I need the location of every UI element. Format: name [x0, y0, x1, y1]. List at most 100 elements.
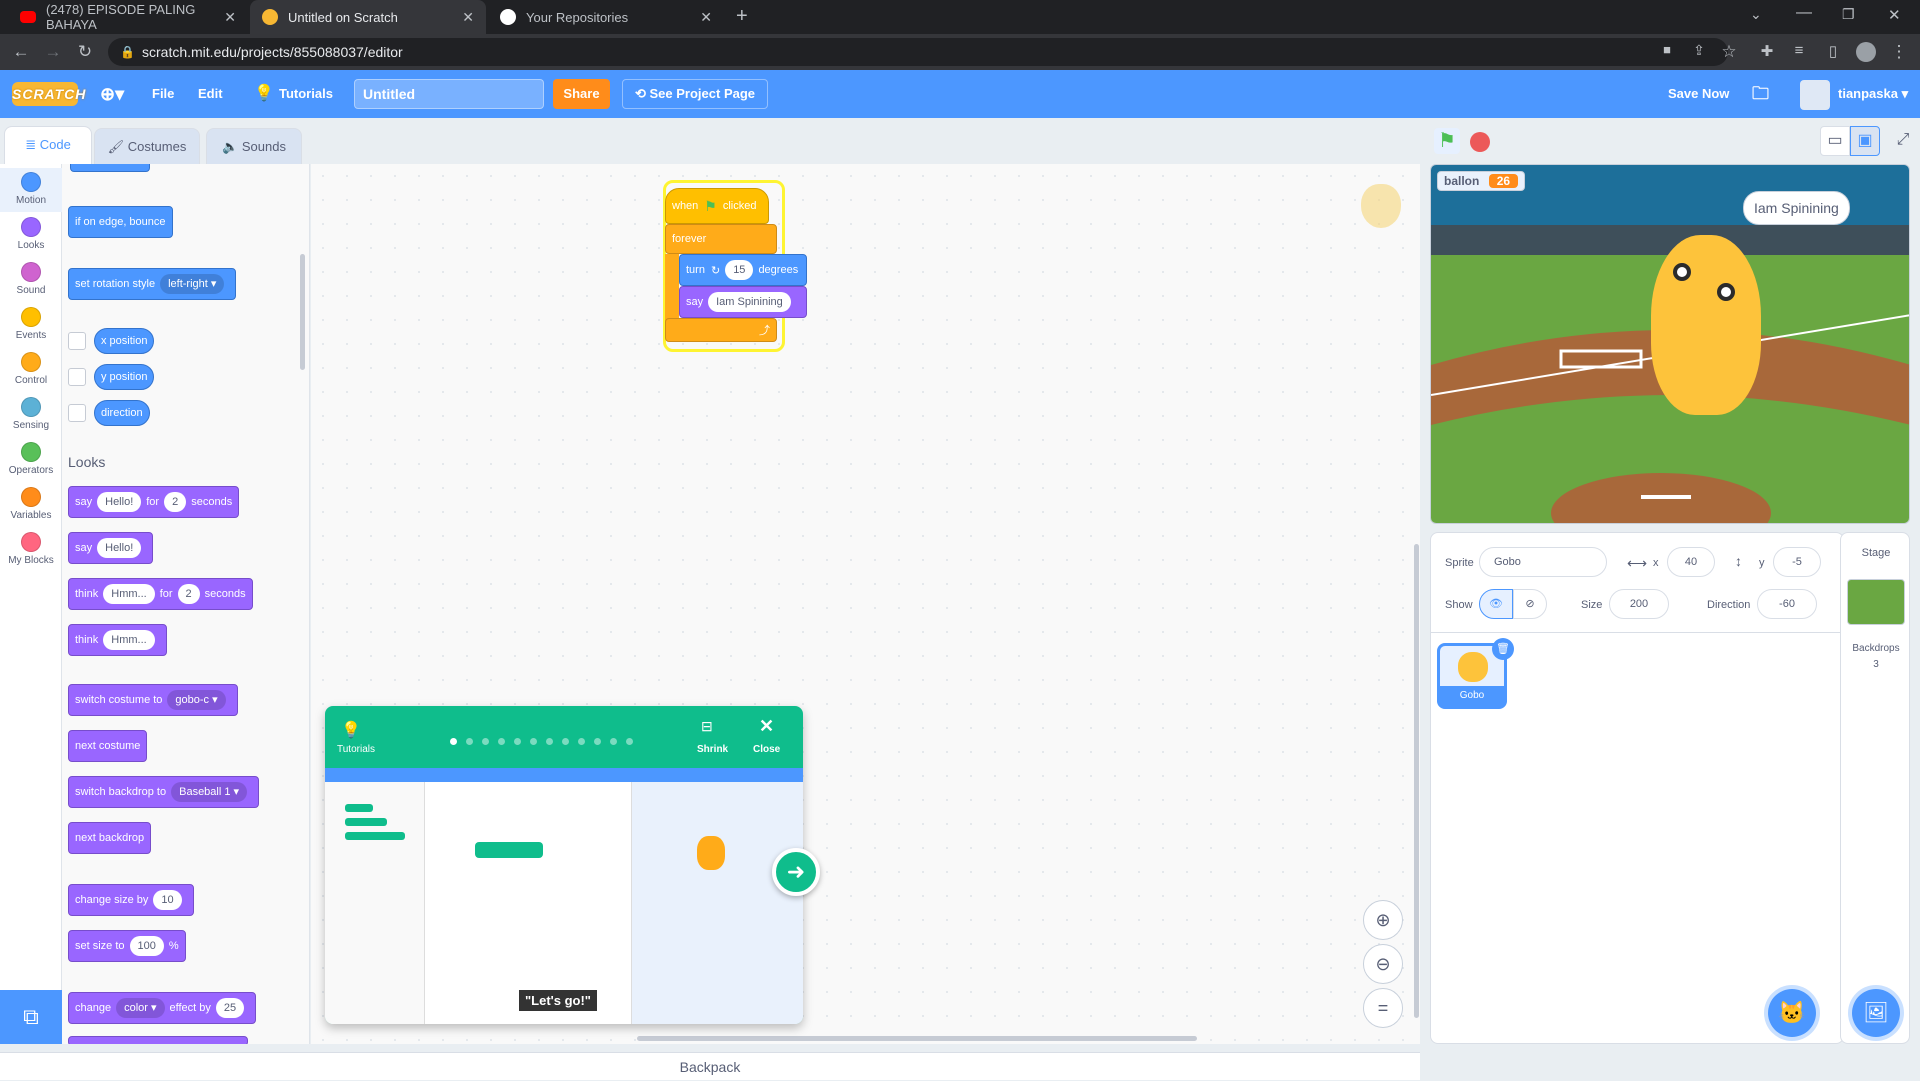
block-next-costume[interactable]: next costume — [68, 730, 148, 762]
browser-tab-youtube[interactable]: (2478) EPISODE PALING BAHAYA ✕ — [8, 0, 248, 34]
minimize-icon[interactable]: — — [1796, 4, 1812, 22]
reading-list-icon[interactable]: ≡ — [1788, 42, 1810, 59]
tutorial-video[interactable]: "Let's go!" — [325, 768, 803, 1024]
username-menu[interactable]: tianpaska ▾ — [1838, 70, 1908, 118]
camera-icon[interactable]: ■ — [1656, 42, 1678, 57]
category-sensing[interactable]: Sensing — [0, 393, 62, 437]
tutorial-step-dot[interactable] — [530, 738, 537, 745]
block-switch-costume[interactable]: switch costume to gobo-c ▾ — [68, 684, 238, 716]
category-control[interactable]: Control — [0, 348, 62, 392]
backdrop-thumbnail[interactable] — [1847, 579, 1905, 625]
tutorial-step-dot[interactable] — [482, 738, 489, 745]
shrink-icon[interactable]: ⊟ — [701, 718, 713, 735]
direction-checkbox[interactable] — [68, 404, 86, 422]
block-turn-degrees[interactable]: turn ↻ 15 degrees — [679, 254, 807, 286]
fullscreen-button[interactable]: ⤢ — [1888, 126, 1918, 156]
new-tab-button[interactable]: + — [736, 5, 748, 28]
url-field[interactable]: 🔒 scratch.mit.edu/projects/855088037/edi… — [108, 38, 1728, 66]
block-say[interactable]: say Hello! — [68, 532, 154, 564]
tutorial-step-dot[interactable] — [546, 738, 553, 745]
tutorial-step-dot[interactable] — [610, 738, 617, 745]
tutorial-step-dot[interactable] — [594, 738, 601, 745]
block-y-position[interactable]: y position — [94, 364, 155, 390]
block-if-on-edge-bounce[interactable]: if on edge, bounce — [68, 206, 173, 238]
block-say[interactable]: say Iam Spinining — [679, 286, 807, 318]
zoom-reset-button[interactable]: = — [1363, 988, 1403, 1028]
script-horizontal-scrollbar[interactable] — [637, 1036, 1197, 1041]
browser-tab-github[interactable]: Your Repositories ✕ — [488, 0, 724, 34]
browser-tab-scratch[interactable]: Untitled on Scratch ✕ — [250, 0, 486, 34]
seconds-input[interactable]: 2 — [177, 584, 200, 604]
close-tab-icon[interactable]: ✕ — [462, 9, 474, 26]
say-text-input[interactable]: Hello! — [97, 538, 142, 558]
green-flag-button[interactable]: ⚑ — [1434, 128, 1460, 154]
block-partial-looks[interactable] — [68, 1036, 248, 1044]
category-motion[interactable]: Motion — [0, 168, 62, 212]
gobo-sprite[interactable] — [1651, 235, 1761, 415]
stage-selector[interactable]: Stage Backdrops 3 🖼 — [1840, 532, 1910, 1044]
share-page-icon[interactable]: ⇪ — [1688, 42, 1710, 59]
category-operators[interactable]: Operators — [0, 438, 62, 482]
tutorial-step-dot[interactable] — [626, 738, 633, 745]
block-direction[interactable]: direction — [94, 400, 150, 426]
show-hidden-button[interactable]: ⊘ — [1513, 589, 1547, 619]
tab-costumes[interactable]: 🖌 Costumes — [94, 128, 200, 164]
project-title-input[interactable]: Untitled — [354, 79, 544, 109]
costume-dropdown[interactable]: gobo-c ▾ — [167, 690, 226, 710]
chrome-menu-icon[interactable]: ⋮ — [1888, 42, 1910, 62]
tutorial-step-dot[interactable] — [514, 738, 521, 745]
tab-code[interactable]: ≣ Code — [4, 126, 92, 164]
small-stage-button[interactable]: ▭ — [1820, 126, 1850, 156]
block-x-position[interactable]: x position — [94, 328, 155, 354]
share-button[interactable]: Share — [553, 79, 610, 109]
large-stage-button[interactable]: ▣ — [1850, 126, 1880, 156]
tutorial-next-button[interactable]: ➜ — [772, 848, 820, 896]
block-think-for-seconds[interactable]: think Hmm... for 2 seconds — [68, 578, 253, 610]
category-variables[interactable]: Variables — [0, 483, 62, 527]
seconds-input[interactable]: 2 — [164, 492, 187, 512]
window-close-icon[interactable]: ✕ — [1888, 6, 1901, 24]
degrees-input[interactable]: 15 — [725, 260, 754, 280]
close-tutorial-button[interactable]: Close — [753, 744, 780, 755]
think-text-input[interactable]: Hmm... — [103, 584, 155, 604]
close-tab-icon[interactable]: ✕ — [700, 9, 712, 26]
language-globe-icon[interactable]: ⊕▾ — [100, 70, 124, 118]
side-panel-icon[interactable]: ▯ — [1822, 42, 1844, 60]
block-say-for-seconds[interactable]: say Hello! for 2 seconds — [68, 486, 240, 518]
y-input[interactable]: -5 — [1773, 547, 1821, 577]
say-text-input[interactable]: Hello! — [97, 492, 142, 512]
script-vertical-scrollbar[interactable] — [1414, 544, 1419, 1018]
category-looks[interactable]: Looks — [0, 213, 62, 257]
tab-sounds[interactable]: 🔈 Sounds — [206, 128, 302, 164]
x-position-checkbox[interactable] — [68, 332, 86, 350]
block-change-effect[interactable]: change color ▾ effect by 25 — [68, 992, 257, 1024]
sprite-name-input[interactable]: Gobo — [1479, 547, 1607, 577]
tutorial-step-dot[interactable] — [498, 738, 505, 745]
stage-canvas[interactable]: ballon 26 Iam Spinining — [1430, 164, 1910, 524]
edit-menu[interactable]: Edit — [198, 70, 223, 118]
tutorials-menu[interactable]: Tutorials — [279, 70, 333, 118]
backpack-bar[interactable]: Backpack — [0, 1052, 1420, 1080]
tutorial-step-dot[interactable] — [466, 738, 473, 745]
tab-search-icon[interactable]: ⌄ — [1750, 6, 1762, 23]
profile-avatar[interactable] — [1856, 42, 1876, 62]
bookmark-star-icon[interactable]: ☆ — [1718, 42, 1740, 62]
see-project-page-button[interactable]: ⟲ See Project Page — [622, 79, 768, 109]
shrink-button[interactable]: Shrink — [697, 744, 728, 755]
choose-backdrop-button[interactable]: 🖼 — [1852, 989, 1900, 1037]
add-extension-button[interactable]: ⧉ — [0, 990, 62, 1044]
say-text-input[interactable]: Iam Spinining — [708, 292, 791, 312]
user-avatar[interactable] — [1800, 80, 1830, 110]
zoom-out-button[interactable]: ⊖ — [1363, 944, 1403, 984]
zoom-in-button[interactable]: ⊕ — [1363, 900, 1403, 940]
tutorial-step-dot[interactable] — [562, 738, 569, 745]
block-change-size[interactable]: change size by 10 — [68, 884, 194, 916]
think-text-input[interactable]: Hmm... — [103, 630, 155, 650]
my-stuff-folder-icon[interactable]: 🗀 — [1752, 70, 1769, 118]
close-icon[interactable]: ✕ — [759, 716, 774, 737]
size-input[interactable]: 200 — [1609, 589, 1669, 619]
scratch-logo[interactable]: SCRATCH — [12, 82, 85, 106]
size-to-input[interactable]: 100 — [129, 936, 164, 956]
tutorial-step-dot[interactable] — [578, 738, 585, 745]
sprite-thumbnail-selected[interactable]: Gobo 🗑 — [1437, 638, 1514, 709]
